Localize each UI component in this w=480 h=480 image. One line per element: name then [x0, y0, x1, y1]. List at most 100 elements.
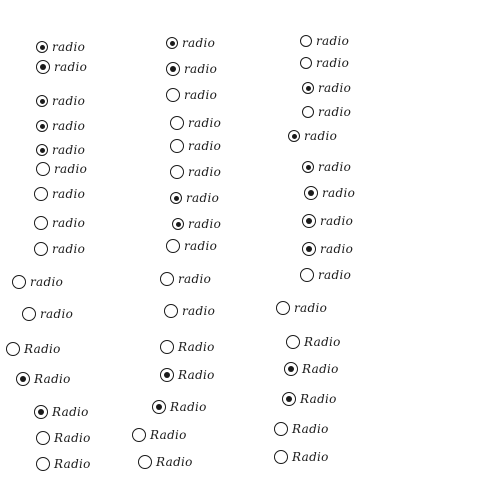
radio-selected-icon[interactable] — [288, 130, 300, 142]
radio-option[interactable]: radio — [34, 240, 85, 258]
radio-selected-icon[interactable] — [284, 362, 298, 376]
radio-unselected-icon[interactable] — [12, 275, 26, 289]
radio-option[interactable]: Radio — [36, 429, 91, 447]
radio-unselected-icon[interactable] — [164, 304, 178, 318]
radio-unselected-icon[interactable] — [302, 106, 314, 118]
radio-option[interactable]: Radio — [160, 366, 215, 384]
radio-option[interactable]: Radio — [160, 338, 215, 356]
radio-unselected-icon[interactable] — [166, 239, 180, 253]
radio-unselected-icon[interactable] — [138, 455, 152, 469]
radio-label: radio — [52, 119, 86, 133]
radio-selected-icon[interactable] — [36, 120, 48, 132]
radio-selected-icon[interactable] — [36, 95, 48, 107]
radio-option[interactable]: Radio — [34, 403, 89, 421]
radio-selected-icon[interactable] — [166, 62, 180, 76]
radio-option[interactable]: radio — [164, 302, 215, 320]
radio-option[interactable]: radio — [170, 114, 221, 132]
radio-unselected-icon[interactable] — [166, 88, 180, 102]
radio-unselected-icon[interactable] — [274, 450, 288, 464]
radio-option[interactable]: radio — [166, 86, 217, 104]
radio-unselected-icon[interactable] — [160, 272, 174, 286]
radio-selected-icon[interactable] — [302, 242, 316, 256]
radio-selected-icon[interactable] — [302, 82, 314, 94]
radio-selected-icon[interactable] — [172, 218, 184, 230]
radio-option[interactable]: radio — [302, 212, 353, 230]
radio-option[interactable]: radio — [22, 305, 73, 323]
radio-selected-icon[interactable] — [302, 214, 316, 228]
radio-option[interactable]: Radio — [274, 448, 329, 466]
radio-label: radio — [54, 162, 88, 176]
radio-unselected-icon[interactable] — [170, 139, 184, 153]
radio-option[interactable]: radio — [170, 163, 221, 181]
radio-option[interactable]: radio — [300, 32, 349, 50]
radio-option[interactable]: radio — [160, 270, 211, 288]
radio-selected-icon[interactable] — [36, 60, 50, 74]
radio-option[interactable]: radio — [166, 237, 217, 255]
radio-option[interactable]: Radio — [6, 340, 61, 358]
radio-option[interactable]: Radio — [16, 370, 71, 388]
radio-unselected-icon[interactable] — [300, 268, 314, 282]
radio-unselected-icon[interactable] — [170, 165, 184, 179]
radio-selected-icon[interactable] — [170, 192, 182, 204]
radio-unselected-icon[interactable] — [300, 35, 312, 47]
radio-unselected-icon[interactable] — [36, 162, 50, 176]
radio-option[interactable]: radio — [36, 160, 87, 178]
radio-unselected-icon[interactable] — [132, 428, 146, 442]
radio-selected-icon[interactable] — [36, 144, 48, 156]
radio-selected-icon[interactable] — [304, 186, 318, 200]
radio-selected-icon[interactable] — [302, 161, 314, 173]
radio-label: radio — [30, 275, 64, 289]
radio-unselected-icon[interactable] — [276, 301, 290, 315]
radio-option[interactable]: radio — [36, 38, 85, 56]
radio-option[interactable]: radio — [36, 58, 87, 76]
radio-option[interactable]: radio — [288, 127, 337, 145]
radio-option[interactable]: radio — [166, 34, 215, 52]
radio-unselected-icon[interactable] — [160, 340, 174, 354]
radio-option[interactable]: radio — [170, 189, 219, 207]
radio-option[interactable]: radio — [34, 185, 85, 203]
radio-unselected-icon[interactable] — [34, 216, 48, 230]
radio-option[interactable]: radio — [36, 117, 85, 135]
radio-selected-icon[interactable] — [160, 368, 174, 382]
radio-unselected-icon[interactable] — [170, 116, 184, 130]
radio-unselected-icon[interactable] — [274, 422, 288, 436]
radio-option[interactable]: Radio — [284, 360, 339, 378]
radio-option[interactable]: Radio — [286, 333, 341, 351]
radio-option[interactable]: Radio — [282, 390, 337, 408]
radio-option[interactable]: radio — [36, 92, 85, 110]
radio-unselected-icon[interactable] — [36, 431, 50, 445]
radio-unselected-icon[interactable] — [22, 307, 36, 321]
radio-unselected-icon[interactable] — [34, 187, 48, 201]
radio-option[interactable]: radio — [304, 184, 355, 202]
radio-option[interactable]: radio — [36, 141, 85, 159]
radio-option[interactable]: radio — [302, 240, 353, 258]
radio-option[interactable]: radio — [170, 137, 221, 155]
radio-option[interactable]: Radio — [138, 453, 193, 471]
radio-option[interactable]: Radio — [132, 426, 187, 444]
radio-option[interactable]: radio — [172, 215, 221, 233]
radio-selected-icon[interactable] — [166, 37, 178, 49]
radio-option[interactable]: radio — [300, 266, 351, 284]
radio-option[interactable]: radio — [300, 54, 349, 72]
radio-option[interactable]: radio — [276, 299, 327, 317]
radio-option[interactable]: Radio — [274, 420, 329, 438]
radio-unselected-icon[interactable] — [300, 57, 312, 69]
radio-option[interactable]: radio — [302, 158, 351, 176]
radio-unselected-icon[interactable] — [6, 342, 20, 356]
radio-selected-icon[interactable] — [36, 41, 48, 53]
radio-label: radio — [186, 191, 220, 205]
radio-option[interactable]: radio — [302, 103, 351, 121]
radio-unselected-icon[interactable] — [36, 457, 50, 471]
radio-unselected-icon[interactable] — [34, 242, 48, 256]
radio-option[interactable]: Radio — [36, 455, 91, 473]
radio-option[interactable]: radio — [166, 60, 217, 78]
radio-selected-icon[interactable] — [34, 405, 48, 419]
radio-option[interactable]: Radio — [152, 398, 207, 416]
radio-selected-icon[interactable] — [152, 400, 166, 414]
radio-unselected-icon[interactable] — [286, 335, 300, 349]
radio-option[interactable]: radio — [302, 79, 351, 97]
radio-option[interactable]: radio — [12, 273, 63, 291]
radio-option[interactable]: radio — [34, 214, 85, 232]
radio-selected-icon[interactable] — [16, 372, 30, 386]
radio-selected-icon[interactable] — [282, 392, 296, 406]
